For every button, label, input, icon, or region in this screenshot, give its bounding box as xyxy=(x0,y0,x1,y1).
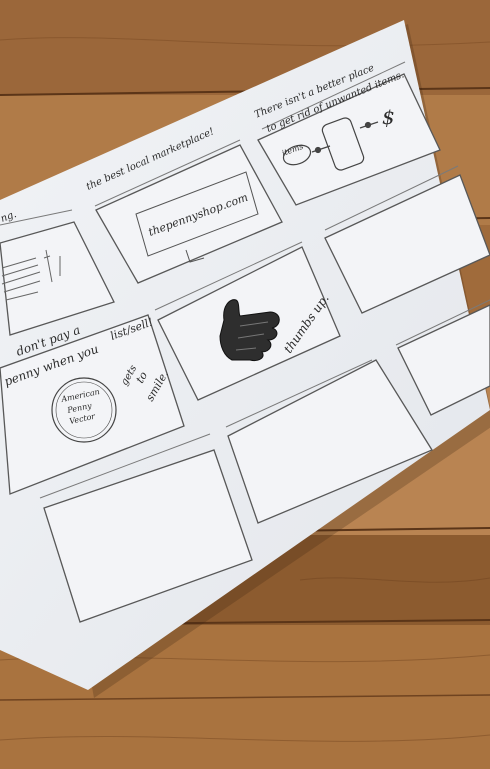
photo-scene: thepennyshop.com items $ American Penny … xyxy=(0,0,490,769)
flow-dollar-sign: $ xyxy=(382,105,395,129)
